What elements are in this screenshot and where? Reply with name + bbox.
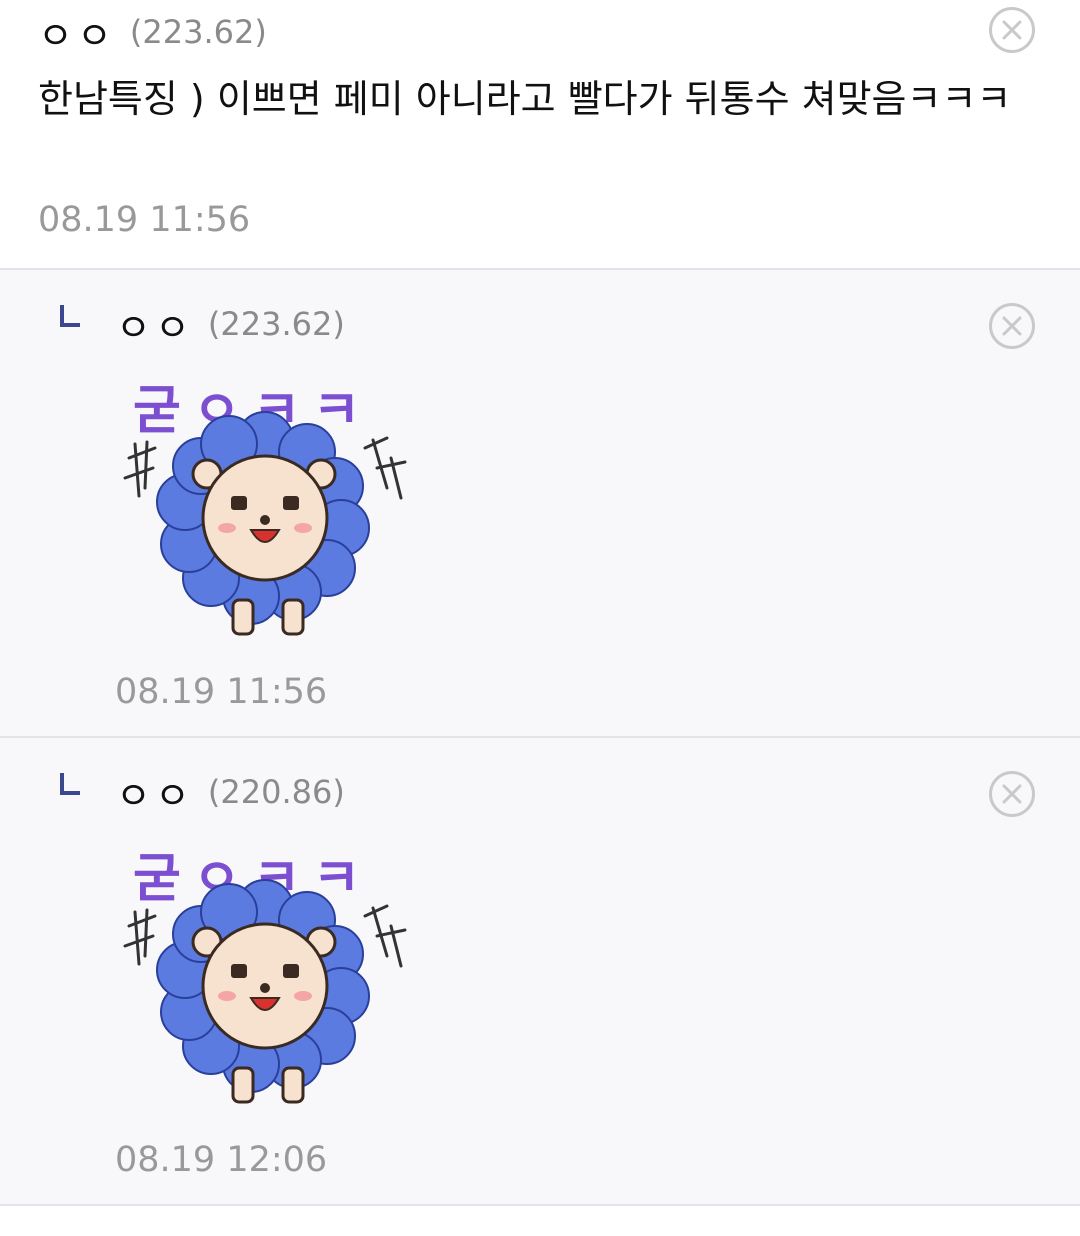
reply-corner-icon	[60, 773, 80, 795]
nickname[interactable]: ㅇㅇ	[116, 765, 194, 820]
reply-item: ㅇㅇ (220.86) 굳ㅇㅋㅋ 08.19 12:06	[0, 738, 1080, 1206]
nickname[interactable]: ㅇㅇ	[116, 297, 194, 352]
comment-time: 08.19 11:56	[115, 672, 328, 712]
nickname[interactable]: ㅇㅇ	[38, 5, 116, 60]
delete-comment-button[interactable]	[989, 7, 1035, 53]
ip-address: (223.62)	[207, 305, 345, 343]
comment-header: ㅇㅇ (223.62)	[38, 8, 267, 58]
delete-comment-button[interactable]	[989, 771, 1035, 817]
ip-address: (220.86)	[207, 773, 345, 811]
comment-header: ㅇㅇ (220.86)	[60, 768, 345, 818]
comment-time: 08.19 12:06	[115, 1140, 328, 1180]
ip-address: (223.62)	[129, 13, 267, 51]
close-icon	[1002, 316, 1022, 336]
comment-header: ㅇㅇ (223.62)	[60, 300, 345, 350]
comment-text: 한남특징 ) 이쁘면 페미 아니라고 빨다가 뒤통수 쳐맞음ㅋㅋㅋ	[38, 77, 1012, 121]
delete-comment-button[interactable]	[989, 303, 1035, 349]
sticker-image: 굳ㅇㅋㅋ	[123, 381, 407, 636]
reply-item: ㅇㅇ (223.62) 굳ㅇㅋㅋ 08.19 11:56	[0, 270, 1080, 738]
reply-corner-icon	[60, 305, 80, 327]
sticker-image: 굳ㅇㅋㅋ	[123, 849, 407, 1104]
comment-item: ㅇㅇ (223.62) 한남특징 ) 이쁘면 페미 아니라고 빨다가 뒤통수 쳐…	[0, 0, 1080, 270]
comment-time: 08.19 11:56	[38, 200, 251, 240]
close-icon	[1002, 784, 1022, 804]
close-icon	[1002, 20, 1022, 40]
